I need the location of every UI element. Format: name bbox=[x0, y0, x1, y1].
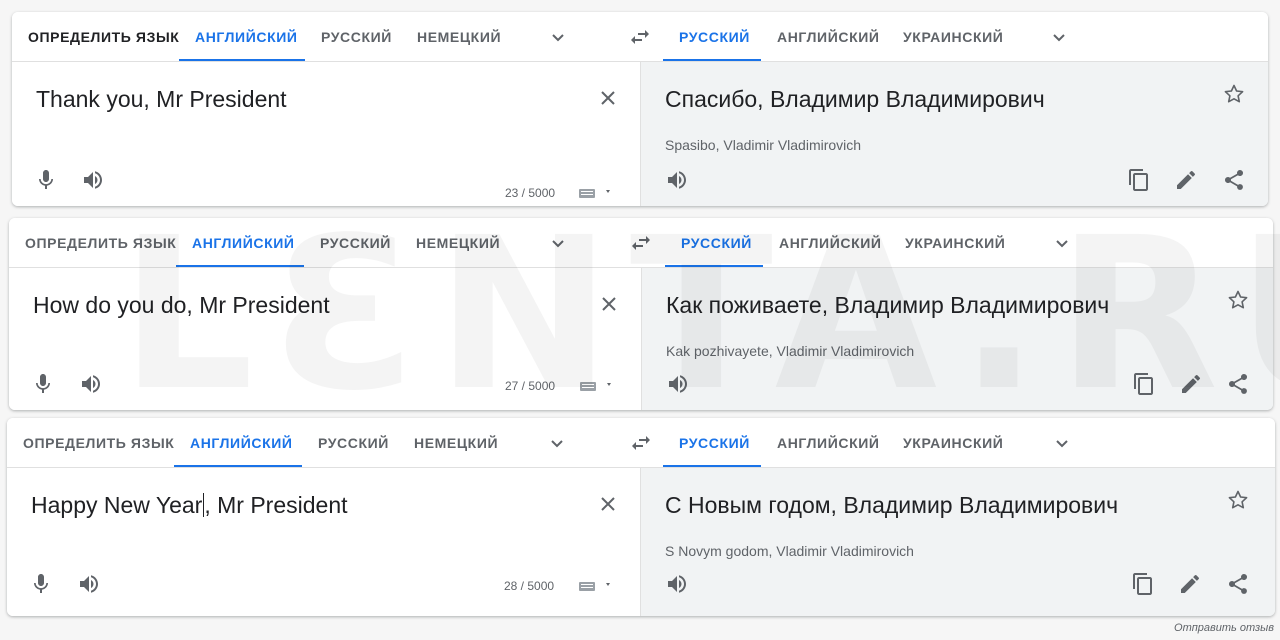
edit-pencil-icon[interactable] bbox=[1178, 572, 1202, 596]
tab-source-english[interactable]: АНГЛИЙСКИЙ bbox=[174, 418, 302, 467]
edit-pencil-icon[interactable] bbox=[1174, 168, 1198, 192]
microphone-icon[interactable] bbox=[29, 572, 53, 596]
tab-target-ukrainian[interactable]: УКРАИНСКИЙ bbox=[887, 12, 1013, 61]
tab-detect-language[interactable]: ОПРЕДЕЛИТЬ ЯЗЫК bbox=[9, 218, 176, 267]
clear-text-close-icon[interactable] bbox=[596, 492, 620, 516]
tab-target-ukrainian[interactable]: УКРАИНСКИЙ bbox=[887, 418, 1013, 467]
source-pane[interactable]: Thank you, Mr President 23 / 5000 bbox=[12, 62, 640, 206]
swap-languages-icon[interactable] bbox=[628, 25, 652, 49]
tab-source-german[interactable]: НЕМЕЦКИЙ bbox=[400, 218, 508, 267]
target-pane: С Новым годом, Владимир Владимирович S N… bbox=[640, 468, 1275, 616]
source-more-languages-chevron-icon[interactable] bbox=[545, 431, 569, 455]
language-tab-bar: ОПРЕДЕЛИТЬ ЯЗЫК АНГЛИЙСКИЙ РУССКИЙ НЕМЕЦ… bbox=[9, 218, 1273, 268]
character-counter: 28 / 5000 bbox=[504, 579, 555, 593]
translation-text: С Новым годом, Владимир Владимирович bbox=[665, 492, 1119, 518]
save-translation-star-icon[interactable] bbox=[1226, 288, 1250, 312]
microphone-icon[interactable] bbox=[34, 168, 58, 192]
tab-target-russian[interactable]: РУССКИЙ bbox=[665, 218, 763, 267]
transliteration-text: S Novym godom, Vladimir Vladimirovich bbox=[665, 543, 914, 559]
tab-source-russian[interactable]: РУССКИЙ bbox=[304, 218, 400, 267]
swap-languages-icon[interactable] bbox=[629, 431, 653, 455]
share-icon[interactable] bbox=[1222, 168, 1246, 192]
tab-source-german[interactable]: НЕМЕЦКИЙ bbox=[401, 12, 509, 61]
transliteration-text: Kak pozhivayete, Vladimir Vladimirovich bbox=[666, 343, 915, 359]
tab-target-english[interactable]: АНГЛИЙСКИЙ bbox=[763, 218, 889, 267]
speaker-icon[interactable] bbox=[77, 572, 101, 596]
share-icon[interactable] bbox=[1226, 372, 1250, 396]
tab-target-english[interactable]: АНГЛИЙСКИЙ bbox=[761, 418, 887, 467]
source-text-input[interactable]: How do you do, Mr President bbox=[33, 292, 330, 319]
speaker-icon[interactable] bbox=[81, 168, 105, 192]
microphone-icon[interactable] bbox=[31, 372, 55, 396]
keyboard-icon[interactable] bbox=[578, 185, 614, 201]
tab-target-english[interactable]: АНГЛИЙСКИЙ bbox=[761, 12, 887, 61]
swap-languages-icon[interactable] bbox=[629, 231, 653, 255]
translate-panel-1: ОПРЕДЕЛИТЬ ЯЗЫК АНГЛИЙСКИЙ РУССКИЙ НЕМЕЦ… bbox=[12, 12, 1268, 206]
clear-text-close-icon[interactable] bbox=[596, 86, 620, 110]
tab-source-russian[interactable]: РУССКИЙ bbox=[302, 418, 398, 467]
source-pane[interactable]: Happy New Year, Mr President 28 / 5000 bbox=[7, 468, 640, 616]
translation-text: Спасибо, Владимир Владимирович bbox=[665, 86, 1045, 112]
copy-icon[interactable] bbox=[1132, 372, 1156, 396]
source-more-languages-chevron-icon[interactable] bbox=[546, 231, 570, 255]
keyboard-icon[interactable] bbox=[579, 378, 615, 394]
source-text-before-caret: Happy New Year bbox=[31, 492, 203, 518]
save-translation-star-icon[interactable] bbox=[1226, 488, 1250, 512]
source-text-input[interactable]: Thank you, Mr President bbox=[36, 86, 287, 113]
send-feedback-link[interactable]: Отправить отзыв bbox=[1174, 622, 1274, 634]
listen-translation-speaker-icon[interactable] bbox=[665, 572, 689, 596]
translate-panel-3: ОПРЕДЕЛИТЬ ЯЗЫК АНГЛИЙСКИЙ РУССКИЙ НЕМЕЦ… bbox=[7, 418, 1275, 616]
tab-target-russian[interactable]: РУССКИЙ bbox=[663, 418, 761, 467]
tab-source-german[interactable]: НЕМЕЦКИЙ bbox=[398, 418, 506, 467]
target-pane: Как поживаете, Владимир Владимирович Kak… bbox=[641, 268, 1273, 410]
share-icon[interactable] bbox=[1226, 572, 1250, 596]
copy-icon[interactable] bbox=[1131, 572, 1155, 596]
speaker-icon[interactable] bbox=[79, 372, 103, 396]
source-text-after-caret: , Mr President bbox=[204, 492, 348, 518]
clear-text-close-icon[interactable] bbox=[597, 292, 621, 316]
language-tab-bar: ОПРЕДЕЛИТЬ ЯЗЫК АНГЛИЙСКИЙ РУССКИЙ НЕМЕЦ… bbox=[12, 12, 1268, 62]
translate-panel-2: ОПРЕДЕЛИТЬ ЯЗЫК АНГЛИЙСКИЙ РУССКИЙ НЕМЕЦ… bbox=[9, 218, 1273, 410]
target-more-languages-chevron-icon[interactable] bbox=[1050, 231, 1074, 255]
tab-target-ukrainian[interactable]: УКРАИНСКИЙ bbox=[889, 218, 1015, 267]
target-more-languages-chevron-icon[interactable] bbox=[1050, 431, 1074, 455]
source-more-languages-chevron-icon[interactable] bbox=[546, 25, 570, 49]
transliteration-text: Spasibo, Vladimir Vladimirovich bbox=[665, 137, 862, 153]
listen-translation-speaker-icon[interactable] bbox=[666, 372, 690, 396]
tab-detect-language[interactable]: ОПРЕДЕЛИТЬ ЯЗЫК bbox=[7, 418, 174, 467]
tab-source-russian[interactable]: РУССКИЙ bbox=[305, 12, 401, 61]
tab-source-english[interactable]: АНГЛИЙСКИЙ bbox=[176, 218, 304, 267]
listen-translation-speaker-icon[interactable] bbox=[665, 168, 689, 192]
tab-detect-language[interactable]: ОПРЕДЕЛИТЬ ЯЗЫК bbox=[12, 12, 179, 61]
tab-target-russian[interactable]: РУССКИЙ bbox=[663, 12, 761, 61]
target-pane: Спасибо, Владимир Владимирович Spasibo, … bbox=[640, 62, 1268, 206]
character-counter: 23 / 5000 bbox=[505, 186, 556, 200]
target-more-languages-chevron-icon[interactable] bbox=[1047, 25, 1071, 49]
tab-source-english[interactable]: АНГЛИЙСКИЙ bbox=[179, 12, 305, 61]
edit-pencil-icon[interactable] bbox=[1179, 372, 1203, 396]
language-tab-bar: ОПРЕДЕЛИТЬ ЯЗЫК АНГЛИЙСКИЙ РУССКИЙ НЕМЕЦ… bbox=[7, 418, 1275, 468]
source-text-input[interactable]: Happy New Year, Mr President bbox=[31, 492, 348, 519]
copy-icon[interactable] bbox=[1127, 168, 1151, 192]
keyboard-icon[interactable] bbox=[578, 578, 614, 594]
translation-text: Как поживаете, Владимир Владимирович bbox=[666, 292, 1110, 318]
save-translation-star-icon[interactable] bbox=[1222, 82, 1246, 106]
source-pane[interactable]: How do you do, Mr President 27 / 5000 bbox=[9, 268, 641, 410]
character-counter: 27 / 5000 bbox=[505, 379, 556, 393]
